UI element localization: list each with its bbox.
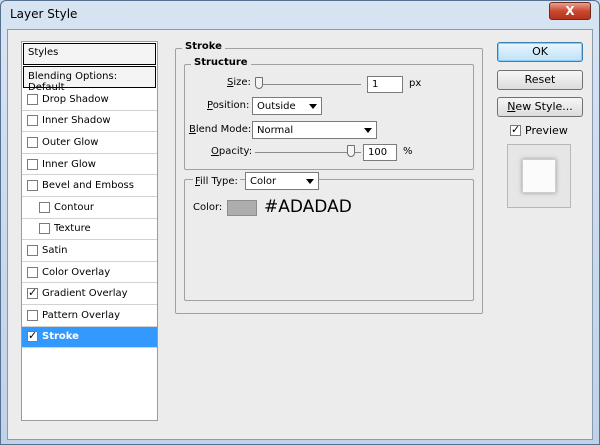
styles-header[interactable]: Styles	[23, 43, 156, 65]
style-item-label: Texture	[54, 223, 91, 235]
preview-checkbox[interactable]	[510, 123, 521, 136]
style-item-outer-glow[interactable]: Outer Glow	[22, 132, 157, 154]
texture-checkbox[interactable]	[39, 223, 50, 235]
chevron-down-icon	[309, 104, 317, 109]
window-title: Layer Style	[10, 7, 78, 21]
stroke-group-title: Stroke	[182, 41, 225, 52]
stroke-checkbox[interactable]	[27, 329, 38, 343]
blend-mode-select-value: Normal	[257, 125, 294, 136]
size-slider-track[interactable]	[255, 84, 361, 85]
dialog-body: Styles Blending Options: Default Drop Sh…	[7, 29, 593, 440]
style-item-label: Inner Glow	[42, 158, 96, 170]
style-item-gradient-overlay[interactable]: Gradient Overlay	[22, 283, 157, 305]
opacity-slider-thumb[interactable]	[347, 145, 355, 157]
fill-group: Fill Type: Color Color: #ADADAD	[184, 172, 474, 301]
style-item-color-overlay[interactable]: Color Overlay	[22, 262, 157, 284]
pattern-overlay-checkbox[interactable]	[27, 309, 38, 321]
reset-button[interactable]: Reset	[497, 70, 583, 90]
style-item-texture[interactable]: Texture	[22, 219, 157, 241]
position-select[interactable]: Outside	[252, 97, 322, 115]
fill-type-select-value: Color	[250, 176, 277, 187]
styles-list: Styles Blending Options: Default Drop Sh…	[21, 41, 158, 421]
style-item-pattern-overlay[interactable]: Pattern Overlay	[22, 305, 157, 327]
size-unit: px	[409, 78, 422, 89]
chevron-down-icon	[364, 128, 372, 133]
color-swatch[interactable]	[227, 200, 257, 216]
chevron-down-icon	[306, 179, 314, 184]
style-item-contour[interactable]: Contour	[22, 197, 157, 219]
close-button[interactable]: X	[549, 2, 591, 20]
size-input[interactable]: 1	[367, 76, 403, 93]
color-overlay-checkbox[interactable]	[27, 266, 38, 278]
gradient-overlay-checkbox[interactable]	[27, 286, 38, 300]
position-label: Position:	[207, 100, 250, 111]
blend-mode-label: Blend Mode:	[189, 124, 252, 135]
style-item-label: Pattern Overlay	[42, 309, 121, 321]
preview-swatch	[522, 159, 556, 193]
style-item-label: Gradient Overlay	[42, 288, 128, 300]
style-item-inner-glow[interactable]: Inner Glow	[22, 154, 157, 176]
style-preview-thumbnail	[507, 144, 571, 208]
drop-shadow-checkbox[interactable]	[27, 93, 38, 105]
size-label: Size:	[227, 77, 251, 88]
structure-group: Structure Size: 1 px Position: Outside B…	[184, 57, 474, 170]
contour-checkbox[interactable]	[39, 201, 50, 213]
inner-shadow-checkbox[interactable]	[27, 115, 38, 127]
structure-group-title: Structure	[191, 57, 251, 68]
style-item-label: Satin	[42, 244, 68, 256]
preview-label: Preview	[525, 124, 568, 137]
ok-button[interactable]: OK	[497, 42, 583, 62]
style-item-satin[interactable]: Satin	[22, 240, 157, 262]
style-item-bevel-emboss[interactable]: Bevel and Emboss	[22, 175, 157, 197]
style-item-label: Drop Shadow	[42, 93, 109, 105]
blending-options-item[interactable]: Blending Options: Default	[23, 66, 156, 93]
inner-glow-checkbox[interactable]	[27, 158, 38, 170]
layer-style-dialog: Layer Style X Styles Blending Options: D…	[0, 0, 600, 445]
opacity-label: Opacity:	[211, 146, 253, 157]
style-item-label: Bevel and Emboss	[42, 180, 134, 192]
satin-checkbox[interactable]	[27, 244, 38, 256]
color-hex-text: #ADADAD	[264, 197, 352, 217]
size-slider-thumb[interactable]	[255, 77, 263, 89]
color-label: Color:	[193, 202, 223, 213]
style-item-label: Inner Shadow	[42, 115, 111, 127]
style-item-inner-shadow[interactable]: Inner Shadow	[22, 111, 157, 133]
fill-type-label: Fill Type:	[193, 176, 240, 187]
outer-glow-checkbox[interactable]	[27, 136, 38, 148]
preview-toggle[interactable]: Preview	[510, 123, 568, 137]
opacity-input[interactable]: 100	[363, 144, 397, 161]
opacity-slider-track[interactable]	[255, 152, 361, 153]
bevel-emboss-checkbox[interactable]	[27, 180, 38, 192]
style-item-label: Contour	[54, 201, 94, 213]
position-select-value: Outside	[257, 101, 296, 112]
style-item-label: Color Overlay	[42, 266, 111, 278]
opacity-unit: %	[403, 146, 413, 157]
blend-mode-select[interactable]: Normal	[252, 121, 377, 139]
new-style-button[interactable]: New Style...	[497, 97, 583, 117]
style-item-label: Outer Glow	[42, 136, 99, 148]
style-item-label: Stroke	[42, 331, 79, 343]
title-bar: Layer Style X	[1, 1, 599, 29]
fill-type-select[interactable]: Color	[245, 172, 319, 190]
stroke-group: Stroke Structure Size: 1 px Position: Ou…	[175, 41, 483, 314]
style-item-stroke[interactable]: Stroke	[22, 326, 157, 349]
